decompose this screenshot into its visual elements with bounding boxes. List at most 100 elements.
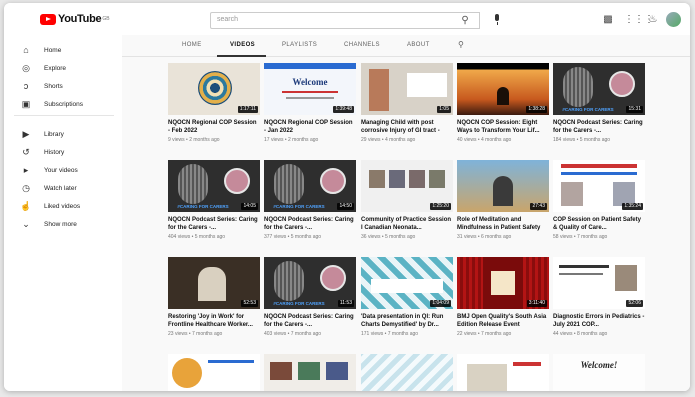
youtube-logo[interactable]: YouTube GB [40, 13, 110, 25]
tab-videos[interactable]: VIDEOS [230, 42, 255, 48]
search-icon[interactable]: ⚲ [458, 14, 472, 28]
video-card[interactable] [457, 354, 549, 391]
video-meta: 29 views • 4 months ago [361, 137, 416, 143]
video-thumbnail[interactable]: #CARING FOR CARERS 11:53 [264, 257, 356, 309]
video-thumbnail[interactable]: 3:11:40 [457, 257, 549, 309]
video-title[interactable]: Restoring 'Joy in Work' for Frontline He… [168, 313, 260, 329]
video-thumbnail[interactable] [264, 354, 356, 391]
video-card[interactable]: Welcome 1:39:48 NQOCN Regional COP Sessio… [264, 63, 356, 143]
explore-icon: ◎ [22, 63, 30, 73]
search-input[interactable]: search [210, 12, 480, 29]
video-title[interactable]: NQOCN Regional COP Session - Feb 2022 [168, 119, 260, 135]
sidebar-item-show-more[interactable]: ⌄ Show more [4, 216, 122, 232]
video-duration: 1:17:11 [237, 106, 258, 113]
logo-text: YouTube [58, 13, 102, 25]
video-thumbnail[interactable]: 1:38:28 [457, 63, 549, 115]
tab-channels[interactable]: CHANNELS [344, 42, 380, 48]
video-title[interactable]: NQOCN Podcast Series: Caring for the Car… [168, 216, 260, 232]
video-card[interactable]: Welcome! [553, 354, 645, 391]
youtube-play-icon [40, 13, 56, 25]
video-thumbnail[interactable]: Welcome 1:39:48 [264, 63, 356, 115]
mic-icon[interactable] [491, 13, 503, 27]
sidebar-item-home[interactable]: ⌂ Home [4, 42, 122, 58]
sidebar-item-liked-videos[interactable]: ☝ Liked videos [4, 198, 122, 214]
sidebar-item-explore[interactable]: ◎ Explore [4, 60, 122, 76]
video-card[interactable]: 1:05 Managing Child with post corrosive I… [361, 63, 453, 143]
sidebar-item-your-videos[interactable]: ▸ Your videos [4, 162, 122, 178]
video-card[interactable]: 1:38:28 NQOCN COP Session: Eight Ways to … [457, 63, 549, 143]
video-duration: 14:05 [241, 203, 258, 210]
video-thumbnail[interactable]: #CARING FOR CARERS 14:50 [264, 160, 356, 212]
sidebar-item-label: Liked videos [44, 202, 81, 210]
sidebar-item-subscriptions[interactable]: ▣ Subscriptions [4, 96, 122, 112]
video-thumbnail[interactable] [168, 354, 260, 391]
video-card[interactable]: #CARING FOR CARERS 14:05 NQOCN Podcast Ser… [168, 160, 260, 240]
sidebar-item-library[interactable]: ▶ Library [4, 126, 122, 142]
video-thumbnail[interactable] [361, 354, 453, 391]
sidebar-item-history[interactable]: ↺ History [4, 144, 122, 160]
sidebar-item-shorts[interactable]: ↄ Shorts [4, 78, 122, 94]
bell-icon[interactable]: ♨ [646, 13, 660, 27]
video-title[interactable]: NQOCN Podcast Series: Caring for the Car… [264, 216, 356, 232]
video-card[interactable]: 1:17:11 NQOCN Regional COP Session - Feb … [168, 63, 260, 143]
video-meta: 36 views • 5 months ago [361, 234, 416, 240]
video-meta: 40 views • 4 months ago [457, 137, 512, 143]
video-card[interactable]: 27:43 Role of Meditation and Mindfulness … [457, 160, 549, 240]
channel-search-icon[interactable]: ⚲ [458, 40, 464, 49]
video-duration: 1:04:09 [430, 300, 451, 307]
video-card[interactable]: 3:11:40 BMJ Open Quality's South Asia Edi… [457, 257, 549, 337]
video-title[interactable]: NQOCN Podcast Series: Caring for the Car… [553, 119, 645, 135]
video-card[interactable]: 52:06 Diagnostic Errors in Pediatrics - J… [553, 257, 645, 337]
video-title[interactable]: Managing Child with post corrosive Injur… [361, 119, 453, 135]
video-card[interactable]: 52:53 Restoring 'Joy in Work' for Frontli… [168, 257, 260, 337]
video-thumbnail[interactable]: 27:43 [457, 160, 549, 212]
channel-tabs: HOME VIDEOS PLAYLISTS CHANNELS ABOUT ⚲ [122, 35, 690, 57]
apps-icon[interactable]: ⋮⋮⋮ [624, 13, 654, 27]
video-thumbnail[interactable]: 1:04:09 [361, 257, 453, 309]
sidebar-divider [14, 115, 114, 116]
tab-about[interactable]: ABOUT [407, 42, 430, 48]
video-title[interactable]: Role of Meditation and Mindfulness in Pa… [457, 216, 549, 232]
thumb-caption: Welcome [292, 77, 328, 87]
video-card[interactable] [361, 354, 453, 391]
video-card[interactable]: #CARING FOR CARERS 14:50 NQOCN Podcast Ser… [264, 160, 356, 240]
video-card[interactable]: 1:25:20 Community of Practice Session I C… [361, 160, 453, 240]
video-title[interactable]: 'Data presentation in QI: Run Charts Dem… [361, 313, 453, 329]
video-title[interactable]: Diagnostic Errors in Pediatrics - July 2… [553, 313, 645, 329]
avatar[interactable] [666, 12, 681, 27]
video-thumbnail[interactable]: 52:06 [553, 257, 645, 309]
video-card[interactable] [168, 354, 260, 391]
video-title[interactable]: NQOCN Regional COP Session - Jan 2022 [264, 119, 356, 135]
video-card[interactable] [264, 354, 356, 391]
video-thumbnail[interactable]: 1:05 [361, 63, 453, 115]
video-meta: 171 views • 7 months ago [361, 331, 419, 337]
video-thumbnail[interactable]: 52:53 [168, 257, 260, 309]
video-title[interactable]: NQOCN COP Session: Eight Ways to Transfo… [457, 119, 549, 135]
tab-home[interactable]: HOME [182, 42, 202, 48]
video-card[interactable]: #CARING FOR CARERS 11:53 NQOCN Podcast Ser… [264, 257, 356, 337]
video-thumbnail[interactable]: 1:25:20 [361, 160, 453, 212]
video-card[interactable]: #CARING FOR CARERS 15:31 NQOCN Podcast Ser… [553, 63, 645, 143]
video-meta: 44 views • 8 months ago [553, 331, 608, 337]
video-meta: 9 views • 2 months ago [168, 137, 220, 143]
video-title[interactable]: BMJ Open Quality's South Asia Edition Re… [457, 313, 549, 329]
create-icon[interactable]: ▩ [601, 13, 615, 27]
video-thumbnail[interactable] [457, 354, 549, 391]
video-duration: 3:11:40 [526, 300, 547, 307]
video-thumbnail[interactable]: Welcome! [553, 354, 645, 391]
your-videos-icon: ▸ [23, 165, 29, 175]
video-meta: 31 views • 6 months ago [457, 234, 512, 240]
sidebar-item-label: Home [44, 46, 62, 54]
video-duration: 1:35:24 [622, 203, 643, 210]
video-title[interactable]: NQOCN Podcast Series: Caring for the Car… [264, 313, 356, 329]
video-thumbnail[interactable]: 1:17:11 [168, 63, 260, 115]
tab-playlists[interactable]: PLAYLISTS [282, 42, 317, 48]
video-card[interactable]: 1:04:09 'Data presentation in QI: Run Cha… [361, 257, 453, 337]
video-title[interactable]: COP Session on Patient Safety & Quality … [553, 216, 645, 232]
video-title[interactable]: Community of Practice Session I Canadian… [361, 216, 453, 232]
video-thumbnail[interactable]: #CARING FOR CARERS 14:05 [168, 160, 260, 212]
video-card[interactable]: 1:35:24 COP Session on Patient Safety & Q… [553, 160, 645, 240]
video-thumbnail[interactable]: 1:35:24 [553, 160, 645, 212]
sidebar-item-watch-later[interactable]: ◷ Watch later [4, 180, 122, 196]
video-thumbnail[interactable]: #CARING FOR CARERS 15:31 [553, 63, 645, 115]
